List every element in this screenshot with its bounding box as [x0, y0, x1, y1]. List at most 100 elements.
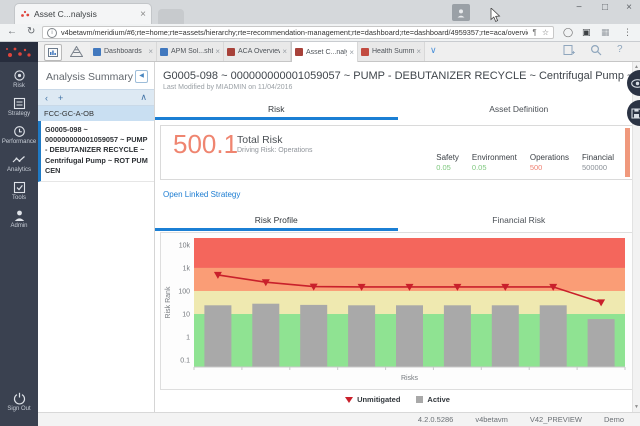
app-header: Dashboards × APM Sol...shboard × ACA Ove… [0, 42, 640, 62]
dashboard-tab-icon [93, 48, 101, 56]
hierarchy-pyramid-icon [70, 46, 83, 57]
svg-text:10: 10 [182, 312, 190, 319]
driving-risk-label: Driving Risk: Operations [237, 147, 312, 154]
tab-close-icon[interactable]: × [148, 47, 153, 56]
total-risk-label: Total Risk [237, 134, 312, 146]
app-sidebar: Risk Strategy Performance Analytics [0, 62, 38, 426]
tab-risk[interactable]: Risk [155, 100, 398, 120]
new-tab-button[interactable] [158, 9, 184, 24]
legend-unmitigated[interactable]: Unmitigated [345, 395, 400, 404]
status-bar: 4.2.0.5286 v4betavm V42_PREVIEW Demo [38, 412, 640, 426]
meridium-logo[interactable] [0, 42, 38, 62]
analysis-summary-panel: Analysis Summary ◀ ‹ + ∧ FCC-GC-A-OB G00… [38, 62, 155, 412]
tab-close-icon[interactable]: × [215, 47, 220, 56]
main-tabs: Risk Asset Definition [155, 100, 640, 120]
tree-collapse-icon[interactable]: ∧ [140, 92, 147, 103]
sidebar-item-admin[interactable]: Admin [0, 209, 38, 229]
sidebar-item-strategy[interactable]: Strategy [0, 97, 38, 117]
admin-person-icon [13, 209, 26, 222]
app-tab-dashboards[interactable]: Dashboards × [90, 42, 157, 61]
tree-add-icon[interactable]: + [58, 93, 63, 103]
legend-active[interactable]: Active [416, 395, 450, 404]
total-risk-value: 500.1 [173, 129, 238, 160]
browser-back-button[interactable]: ← [7, 26, 17, 37]
open-linked-strategy-link[interactable]: Open Linked Strategy [163, 190, 240, 199]
browser-profile-button[interactable] [452, 4, 470, 21]
analytics-trend-icon [12, 153, 26, 166]
mouse-cursor [490, 8, 501, 23]
sidebar-item-tools[interactable]: Tools [0, 181, 38, 201]
panel-collapse-icon[interactable]: ◀ [135, 70, 148, 83]
application-window: Asset C...nalysis × − □ × ← ↻ i v4betavm… [0, 0, 640, 426]
browser-menu-icon[interactable]: ⋮ [623, 27, 632, 38]
app-tab-asset-criticality-analysis[interactable]: Asset C...nalysis × [291, 42, 358, 62]
profile-icon [456, 8, 466, 18]
datasource-text: Demo [604, 415, 624, 424]
browser-titlebar: Asset C...nalysis × − □ × [0, 0, 640, 24]
tab-asset-definition[interactable]: Asset Definition [398, 100, 640, 120]
app-tab-apm-solution-dashboard[interactable]: APM Sol...shboard × [157, 42, 224, 61]
browser-tab-title: Asset C...nalysis [34, 9, 136, 19]
extension-square-icon[interactable]: ▣ [582, 27, 591, 38]
risk-severity-accent-bar [625, 128, 630, 177]
tools-checkbox-icon [13, 181, 26, 194]
url-text: v4betavm/meridium/#6;rte=home;rte=assets… [61, 28, 528, 37]
browser-urlbar: ← ↻ i v4betavm/meridium/#6;rte=home;rte=… [0, 24, 640, 42]
save-disk-icon [631, 108, 640, 119]
panel-title: Analysis Summary [46, 71, 133, 83]
server-text: v4betavm [475, 415, 508, 424]
svg-text:1: 1 [186, 335, 190, 342]
search-icon [590, 44, 602, 56]
chart-tabs: Risk Profile Financial Risk [155, 211, 640, 231]
search-button[interactable] [590, 44, 602, 59]
meridium-favicon [20, 9, 30, 19]
svg-text:100: 100 [178, 289, 190, 296]
page-title: G0005-098 ~ 000000000001059057 ~ PUMP - … [163, 70, 630, 82]
tab-financial-risk[interactable]: Financial Risk [398, 211, 640, 231]
panel-toolbar: ‹ + ∧ [38, 89, 154, 106]
sidebar-item-risk[interactable]: Risk [0, 69, 38, 89]
sidebar-item-sign-out[interactable]: Sign Out [0, 392, 38, 412]
page-info-icon[interactable]: i [47, 28, 57, 38]
browser-refresh-button[interactable]: ↻ [27, 26, 35, 37]
sign-out-power-icon [13, 392, 26, 405]
extension-grid-icon[interactable]: ▦ [601, 27, 610, 38]
tab-close-icon[interactable]: × [282, 47, 287, 56]
eye-icon [631, 79, 640, 88]
extension-circle-icon[interactable]: ◯ [563, 27, 573, 38]
tree-node-root[interactable]: FCC-GC-A-OB [38, 106, 154, 121]
window-minimize-button[interactable]: − [570, 2, 588, 13]
window-maximize-button[interactable]: □ [596, 2, 614, 13]
risk-profile-chart[interactable]: 10k1k1001010.1RisksRisk Rank [160, 232, 633, 390]
chart-legend: Unmitigated Active [155, 395, 640, 404]
tab-close-icon[interactable]: × [349, 48, 354, 57]
tab-overflow-chevron-icon[interactable]: ∨ [430, 45, 437, 56]
tree-node-selected[interactable]: G0005-098 ~ 000000000001059057 ~ PUMP - … [38, 121, 154, 182]
window-close-button[interactable]: × [620, 2, 638, 13]
svg-text:Risk Rank: Risk Rank [165, 286, 172, 318]
tab-risk-profile[interactable]: Risk Profile [155, 211, 398, 231]
scroll-down-icon[interactable]: ▼ [633, 404, 640, 410]
total-risk-card: 500.1 Total Risk Driving Risk: Operation… [160, 125, 633, 180]
tab-close-icon[interactable]: × [140, 9, 146, 20]
app-tab-health-summary[interactable]: Health Summary × [358, 42, 425, 61]
build-text: V42_PREVIEW [530, 415, 582, 424]
metric-financial: Financial 500000 [582, 153, 614, 172]
address-bar[interactable]: i v4betavm/meridium/#6;rte=home;rte=asse… [42, 26, 554, 39]
svg-text:Risks: Risks [401, 375, 419, 382]
new-page-button[interactable] [563, 44, 575, 59]
metric-safety: Safety 0.05 [436, 153, 459, 172]
strategy-icon [13, 97, 26, 110]
home-button[interactable] [44, 44, 62, 61]
browser-tab[interactable]: Asset C...nalysis × [14, 3, 152, 24]
sidebar-item-performance[interactable]: Performance [0, 125, 38, 145]
performance-clock-icon [13, 125, 26, 138]
tree-back-icon[interactable]: ‹ [45, 93, 48, 103]
tab-close-icon[interactable]: × [416, 47, 421, 56]
help-button[interactable]: ? [617, 44, 623, 55]
sidebar-item-analytics[interactable]: Analytics [0, 153, 38, 173]
asset-hierarchy-button[interactable] [68, 44, 84, 59]
app-tab-aca-overview[interactable]: ACA Overview × [224, 42, 291, 61]
bookmark-star-icon[interactable]: ☆ [542, 28, 549, 37]
reader-mode-icon[interactable]: ¶ [533, 28, 537, 37]
